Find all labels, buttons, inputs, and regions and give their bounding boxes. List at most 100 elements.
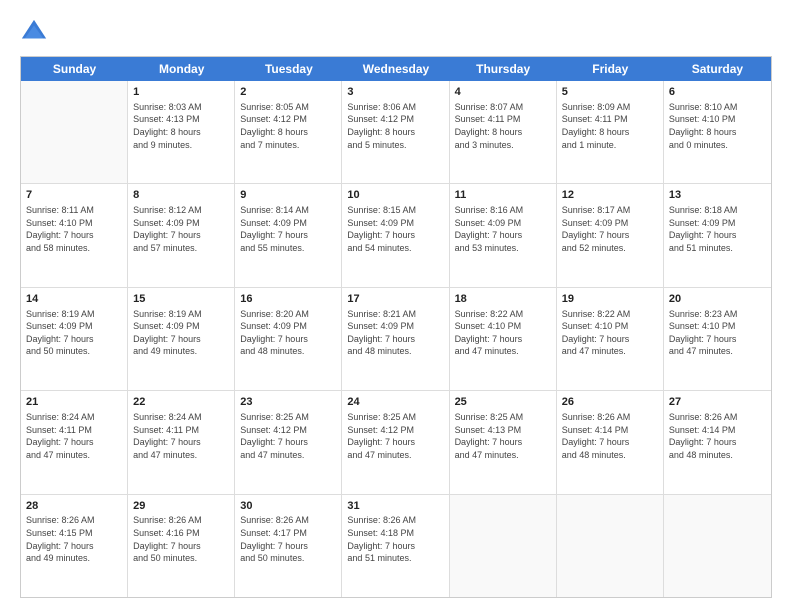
cell-info: Sunrise: 8:19 AM Sunset: 4:09 PM Dayligh… [26,308,122,358]
calendar-row-1: 7Sunrise: 8:11 AM Sunset: 4:10 PM Daylig… [21,184,771,287]
logo-icon [20,18,48,46]
cell-info: Sunrise: 8:22 AM Sunset: 4:10 PM Dayligh… [562,308,658,358]
cell-info: Sunrise: 8:25 AM Sunset: 4:12 PM Dayligh… [240,411,336,461]
calendar-cell [557,495,664,597]
calendar-cell: 19Sunrise: 8:22 AM Sunset: 4:10 PM Dayli… [557,288,664,390]
logo [20,18,52,46]
cell-info: Sunrise: 8:22 AM Sunset: 4:10 PM Dayligh… [455,308,551,358]
calendar-cell: 7Sunrise: 8:11 AM Sunset: 4:10 PM Daylig… [21,184,128,286]
day-number: 19 [562,292,658,307]
day-number: 29 [133,499,229,514]
calendar-cell: 20Sunrise: 8:23 AM Sunset: 4:10 PM Dayli… [664,288,771,390]
day-number: 31 [347,499,443,514]
day-number: 28 [26,499,122,514]
calendar-cell: 24Sunrise: 8:25 AM Sunset: 4:12 PM Dayli… [342,391,449,493]
calendar-cell: 28Sunrise: 8:26 AM Sunset: 4:15 PM Dayli… [21,495,128,597]
header-day-monday: Monday [128,57,235,81]
cell-info: Sunrise: 8:26 AM Sunset: 4:15 PM Dayligh… [26,514,122,564]
calendar-header: SundayMondayTuesdayWednesdayThursdayFrid… [21,57,771,81]
day-number: 1 [133,85,229,100]
day-number: 6 [669,85,766,100]
cell-info: Sunrise: 8:06 AM Sunset: 4:12 PM Dayligh… [347,101,443,151]
calendar-row-3: 21Sunrise: 8:24 AM Sunset: 4:11 PM Dayli… [21,391,771,494]
cell-info: Sunrise: 8:12 AM Sunset: 4:09 PM Dayligh… [133,204,229,254]
header-day-tuesday: Tuesday [235,57,342,81]
calendar-cell: 4Sunrise: 8:07 AM Sunset: 4:11 PM Daylig… [450,81,557,183]
day-number: 9 [240,188,336,203]
day-number: 25 [455,395,551,410]
day-number: 4 [455,85,551,100]
page: SundayMondayTuesdayWednesdayThursdayFrid… [0,0,792,612]
day-number: 15 [133,292,229,307]
calendar-cell: 6Sunrise: 8:10 AM Sunset: 4:10 PM Daylig… [664,81,771,183]
calendar-cell [450,495,557,597]
calendar-cell: 22Sunrise: 8:24 AM Sunset: 4:11 PM Dayli… [128,391,235,493]
cell-info: Sunrise: 8:24 AM Sunset: 4:11 PM Dayligh… [26,411,122,461]
header-day-thursday: Thursday [450,57,557,81]
calendar-cell: 12Sunrise: 8:17 AM Sunset: 4:09 PM Dayli… [557,184,664,286]
calendar-cell: 30Sunrise: 8:26 AM Sunset: 4:17 PM Dayli… [235,495,342,597]
day-number: 18 [455,292,551,307]
cell-info: Sunrise: 8:05 AM Sunset: 4:12 PM Dayligh… [240,101,336,151]
cell-info: Sunrise: 8:24 AM Sunset: 4:11 PM Dayligh… [133,411,229,461]
day-number: 8 [133,188,229,203]
header-day-saturday: Saturday [664,57,771,81]
calendar-cell [21,81,128,183]
day-number: 10 [347,188,443,203]
cell-info: Sunrise: 8:09 AM Sunset: 4:11 PM Dayligh… [562,101,658,151]
calendar-cell: 8Sunrise: 8:12 AM Sunset: 4:09 PM Daylig… [128,184,235,286]
calendar-cell: 9Sunrise: 8:14 AM Sunset: 4:09 PM Daylig… [235,184,342,286]
cell-info: Sunrise: 8:26 AM Sunset: 4:14 PM Dayligh… [562,411,658,461]
day-number: 7 [26,188,122,203]
calendar-body: 1Sunrise: 8:03 AM Sunset: 4:13 PM Daylig… [21,81,771,597]
day-number: 21 [26,395,122,410]
cell-info: Sunrise: 8:07 AM Sunset: 4:11 PM Dayligh… [455,101,551,151]
cell-info: Sunrise: 8:15 AM Sunset: 4:09 PM Dayligh… [347,204,443,254]
day-number: 12 [562,188,658,203]
day-number: 22 [133,395,229,410]
cell-info: Sunrise: 8:26 AM Sunset: 4:18 PM Dayligh… [347,514,443,564]
cell-info: Sunrise: 8:20 AM Sunset: 4:09 PM Dayligh… [240,308,336,358]
cell-info: Sunrise: 8:11 AM Sunset: 4:10 PM Dayligh… [26,204,122,254]
calendar-cell: 21Sunrise: 8:24 AM Sunset: 4:11 PM Dayli… [21,391,128,493]
day-number: 14 [26,292,122,307]
day-number: 5 [562,85,658,100]
calendar-cell: 15Sunrise: 8:19 AM Sunset: 4:09 PM Dayli… [128,288,235,390]
day-number: 24 [347,395,443,410]
calendar-row-2: 14Sunrise: 8:19 AM Sunset: 4:09 PM Dayli… [21,288,771,391]
day-number: 16 [240,292,336,307]
day-number: 20 [669,292,766,307]
calendar-cell: 29Sunrise: 8:26 AM Sunset: 4:16 PM Dayli… [128,495,235,597]
calendar-cell: 14Sunrise: 8:19 AM Sunset: 4:09 PM Dayli… [21,288,128,390]
cell-info: Sunrise: 8:21 AM Sunset: 4:09 PM Dayligh… [347,308,443,358]
day-number: 3 [347,85,443,100]
calendar-cell: 26Sunrise: 8:26 AM Sunset: 4:14 PM Dayli… [557,391,664,493]
header-day-friday: Friday [557,57,664,81]
header-day-sunday: Sunday [21,57,128,81]
calendar-cell: 11Sunrise: 8:16 AM Sunset: 4:09 PM Dayli… [450,184,557,286]
day-number: 26 [562,395,658,410]
cell-info: Sunrise: 8:26 AM Sunset: 4:16 PM Dayligh… [133,514,229,564]
calendar-cell [664,495,771,597]
cell-info: Sunrise: 8:23 AM Sunset: 4:10 PM Dayligh… [669,308,766,358]
day-number: 13 [669,188,766,203]
calendar-cell: 17Sunrise: 8:21 AM Sunset: 4:09 PM Dayli… [342,288,449,390]
cell-info: Sunrise: 8:25 AM Sunset: 4:13 PM Dayligh… [455,411,551,461]
header [20,18,772,46]
cell-info: Sunrise: 8:16 AM Sunset: 4:09 PM Dayligh… [455,204,551,254]
calendar-cell: 27Sunrise: 8:26 AM Sunset: 4:14 PM Dayli… [664,391,771,493]
cell-info: Sunrise: 8:14 AM Sunset: 4:09 PM Dayligh… [240,204,336,254]
calendar: SundayMondayTuesdayWednesdayThursdayFrid… [20,56,772,598]
cell-info: Sunrise: 8:03 AM Sunset: 4:13 PM Dayligh… [133,101,229,151]
day-number: 23 [240,395,336,410]
calendar-cell: 13Sunrise: 8:18 AM Sunset: 4:09 PM Dayli… [664,184,771,286]
cell-info: Sunrise: 8:26 AM Sunset: 4:14 PM Dayligh… [669,411,766,461]
calendar-cell: 23Sunrise: 8:25 AM Sunset: 4:12 PM Dayli… [235,391,342,493]
cell-info: Sunrise: 8:17 AM Sunset: 4:09 PM Dayligh… [562,204,658,254]
calendar-cell: 31Sunrise: 8:26 AM Sunset: 4:18 PM Dayli… [342,495,449,597]
cell-info: Sunrise: 8:19 AM Sunset: 4:09 PM Dayligh… [133,308,229,358]
cell-info: Sunrise: 8:25 AM Sunset: 4:12 PM Dayligh… [347,411,443,461]
calendar-cell: 16Sunrise: 8:20 AM Sunset: 4:09 PM Dayli… [235,288,342,390]
header-day-wednesday: Wednesday [342,57,449,81]
calendar-row-4: 28Sunrise: 8:26 AM Sunset: 4:15 PM Dayli… [21,495,771,597]
